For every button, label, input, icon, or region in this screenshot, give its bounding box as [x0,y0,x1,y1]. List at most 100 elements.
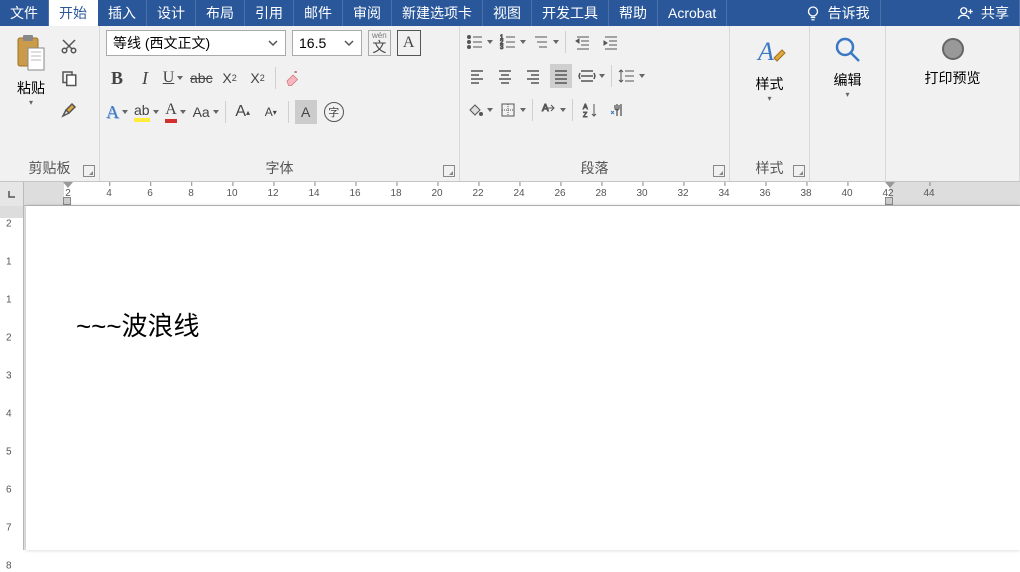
svg-text:A: A [542,103,549,114]
align-right-icon [524,67,542,85]
tab-design[interactable]: 设计 [147,0,196,26]
lightbulb-icon [804,4,822,22]
subscript-button[interactable]: X2 [219,66,241,90]
first-line-indent-marker[interactable] [63,182,73,188]
outdent-icon [574,33,592,51]
decrease-indent-button[interactable] [572,30,594,54]
format-painter-button[interactable] [58,98,80,122]
group-clipboard: 粘贴 ▾ 剪贴板 [0,26,100,181]
editing-button[interactable]: 编辑 ▾ [823,30,873,103]
text-effects-button[interactable]: A [106,100,128,124]
font-size-combo[interactable]: 16.5 [292,30,362,56]
svg-text:Z: Z [583,112,588,119]
superscript-button[interactable]: X2 [247,66,269,90]
clipboard-icon [14,34,48,74]
ruler-vertical[interactable]: 2112345678 [0,206,24,550]
ruler-horizontal[interactable]: 2468101214161820222426283032343638404244 [24,182,1020,206]
tab-help[interactable]: 帮助 [609,0,658,26]
tab-references[interactable]: 引用 [245,0,294,26]
font-name-combo[interactable]: 等线 (西文正文) [106,30,286,56]
align-right-button[interactable] [522,64,544,88]
text-direction-button[interactable]: A [539,98,566,122]
svg-text:A: A [583,104,588,111]
change-case-button[interactable]: Aa [193,100,219,124]
dialog-launcher-clipboard[interactable] [83,165,95,177]
cut-button[interactable] [58,34,80,58]
shrink-font-button[interactable]: A▾ [260,100,282,124]
group-styles: A 样式 ▾ 样式 [730,26,810,181]
multilevel-list-button[interactable] [532,30,559,54]
highlight-button[interactable]: ab [134,100,159,124]
strikethrough-button[interactable]: abc [190,66,213,90]
bullets-button[interactable] [466,30,493,54]
styles-button[interactable]: A 样式 ▾ [745,30,795,107]
group-printpreview: 打印预览 [886,26,1020,181]
increase-indent-button[interactable] [600,30,622,54]
justify-button[interactable] [550,64,572,88]
text-direction-icon: A [539,101,557,119]
group-label-font: 字体 [266,160,294,176]
tab-newtab[interactable]: 新建选项卡 [392,0,483,26]
clear-formatting-button[interactable] [282,66,304,90]
tab-acrobat[interactable]: Acrobat [658,0,727,26]
group-label-clipboard: 剪贴板 [29,160,71,176]
chevron-down-icon [267,37,279,49]
tab-layout[interactable]: 布局 [196,0,245,26]
char-shading-button[interactable]: A [295,100,317,124]
right-indent-marker-top[interactable] [885,182,895,188]
align-center-icon [496,67,514,85]
tab-file[interactable]: 文件 [0,0,49,26]
tab-tellme[interactable]: 告诉我 [794,0,881,26]
distribute-button[interactable] [578,64,605,88]
group-font: 等线 (西文正文) 16.5 wén 文 A B I U abc X2 [100,26,460,181]
tab-review[interactable]: 审阅 [343,0,392,26]
sort-button[interactable]: AZ [579,98,601,122]
char-border-button[interactable]: A [397,30,421,56]
grow-font-button[interactable]: A▴ [232,100,254,124]
group-paragraph: 123 A AZ [460,26,730,181]
tab-share[interactable]: 共享 [947,0,1020,26]
line-spacing-icon [618,67,636,85]
font-color-button[interactable]: A [165,100,187,124]
distribute-icon [578,67,596,85]
numbering-button[interactable]: 123 [499,30,526,54]
line-spacing-button[interactable] [618,64,645,88]
left-indent-marker[interactable] [63,197,71,205]
styles-icon: A [752,34,788,70]
tab-developer[interactable]: 开发工具 [532,0,609,26]
bullets-icon [466,33,484,51]
tab-mail[interactable]: 邮件 [294,0,343,26]
dialog-launcher-font[interactable] [443,165,455,177]
paste-button[interactable]: 粘贴 ▾ [6,30,56,111]
copy-button[interactable] [58,66,80,90]
underline-button[interactable]: U [162,66,184,90]
tab-home[interactable]: 开始 [49,0,98,26]
tab-view[interactable]: 视图 [483,0,532,26]
chevron-down-icon [343,37,355,49]
align-left-button[interactable] [466,64,488,88]
borders-button[interactable] [499,98,526,122]
scissors-icon [60,37,78,55]
sort-icon: AZ [581,101,599,119]
workspace: 2112345678 ~~~波浪线 [0,206,1020,550]
group-label-styles: 样式 [756,160,784,176]
ribbon: 粘贴 ▾ 剪贴板 等线 (西文正文) 16.5 [0,26,1020,182]
document-text[interactable]: ~~~波浪线 [76,306,970,343]
right-indent-marker[interactable] [885,197,893,205]
align-center-button[interactable] [494,64,516,88]
enclose-chars-button[interactable]: 字 [323,100,345,124]
italic-button[interactable]: I [134,66,156,90]
ruler-corner[interactable] [0,182,24,206]
show-marks-button[interactable] [607,98,629,122]
dialog-launcher-styles[interactable] [793,165,805,177]
copy-icon [60,69,78,87]
document-page[interactable]: ~~~波浪线 [26,206,1020,550]
print-preview-button[interactable]: 打印预览 [913,30,993,92]
tab-insert[interactable]: 插入 [98,0,147,26]
numbering-icon: 123 [499,33,517,51]
svg-text:3: 3 [500,45,504,51]
shading-button[interactable] [466,98,493,122]
dialog-launcher-paragraph[interactable] [713,165,725,177]
phonetic-guide-button[interactable]: wén 文 [368,30,391,56]
bold-button[interactable]: B [106,66,128,90]
